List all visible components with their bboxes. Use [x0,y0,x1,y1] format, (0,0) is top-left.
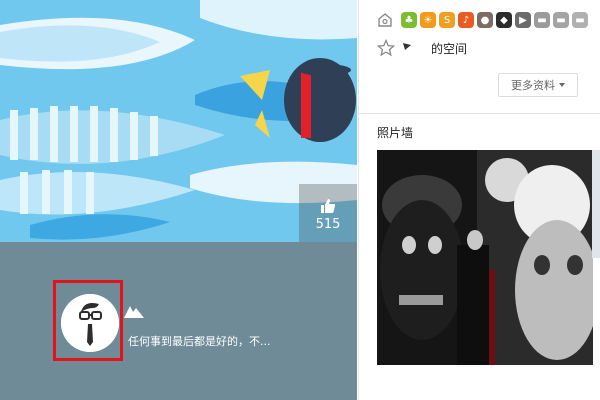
card-badge-icon[interactable]: ▬ [534,12,550,28]
card3-badge-icon[interactable]: ▬ [572,12,588,28]
thumbs-up-icon [321,199,336,213]
profile-signature: 任何事到最后都是好的，不... [128,335,271,348]
photo-image [377,150,593,365]
like-button[interactable]: 515 [299,184,357,242]
music-badge-icon[interactable]: ♪ [458,12,474,28]
space-title-row: 的空间 [377,38,467,58]
badge-row: ♣ ☀ S ♪ ● ◆ ▶ ▬ ▬ ▬ [377,10,591,30]
man-avatar-icon [61,294,119,352]
flag-icon [403,43,411,50]
fruit-badge-icon[interactable]: ♣ [401,12,417,28]
photo-wall-image[interactable] [377,150,593,365]
avatar[interactable] [61,294,119,352]
chevron-down-icon [559,83,565,87]
next-photo-edge [592,150,600,258]
video-badge-icon[interactable]: ▶ [515,12,531,28]
vip-mark-icon [124,306,144,318]
card2-badge-icon[interactable]: ▬ [553,12,569,28]
game-badge-icon[interactable]: ● [477,12,493,28]
cover-banner: 515 [0,0,357,242]
right-panel: ♣ ☀ S ♪ ● ◆ ▶ ▬ ▬ ▬ 的空间 更多资料 照片墙 [358,0,600,400]
divider [359,113,600,114]
home-icon[interactable] [377,12,393,28]
s-badge-icon[interactable]: S [439,12,455,28]
more-info-label: 更多资料 [511,79,555,92]
like-count: 515 [315,217,341,232]
avatar-highlight [53,280,123,361]
sun-badge-icon[interactable]: ☀ [420,12,436,28]
more-info-button[interactable]: 更多资料 [498,73,578,97]
penguin-badge-icon[interactable]: ◆ [496,12,512,28]
star-icon[interactable] [377,39,395,57]
space-title: 的空间 [431,41,468,56]
photo-wall-title: 照片墙 [377,126,414,140]
